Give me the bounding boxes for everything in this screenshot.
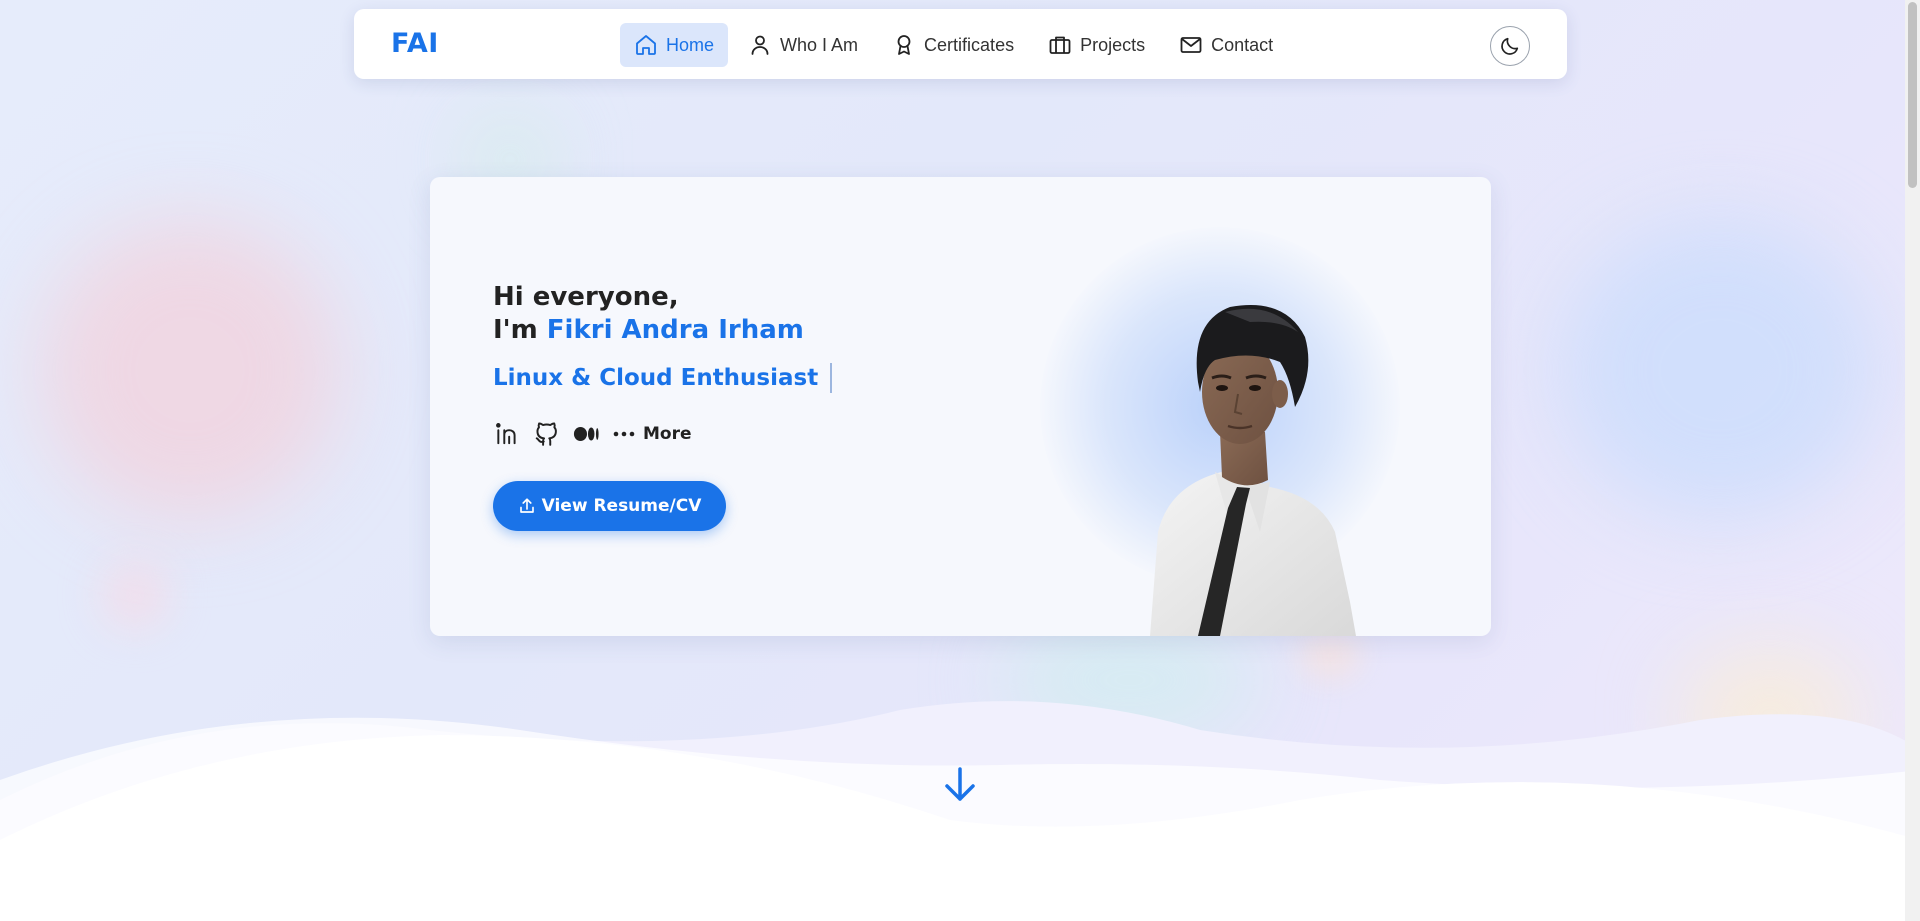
medium-link[interactable] [573,420,601,448]
background-blob [100,560,170,630]
mail-icon [1180,37,1202,53]
medium-icon [573,427,599,441]
upload-icon [519,498,534,513]
greeting-prefix: I'm [493,315,538,345]
nav-item-home[interactable]: Home [620,23,729,67]
linkedin-icon [496,423,516,445]
award-icon [897,35,911,55]
user-icon [751,35,769,55]
linkedin-link[interactable] [493,420,521,448]
nav-label: Who I Am [780,34,859,55]
theme-toggle-button[interactable] [1490,26,1530,66]
nav-item-contact[interactable]: Contact [1165,23,1287,67]
more-socials-button[interactable]: More [613,424,692,444]
hero-card: Hi everyone, I'm Fikri Andra Irham Linux… [430,177,1491,636]
navbar: FAI Home Who I Am Certificates Projects … [354,9,1567,79]
more-dots-icon [613,431,635,437]
typing-cursor [830,363,833,393]
hero-name: Fikri Andra Irham [546,315,804,345]
github-link[interactable] [533,420,561,448]
briefcase-icon [1049,36,1071,54]
wave-divider [0,701,1920,921]
nav-label: Projects [1080,34,1146,55]
nav-item-who-i-am[interactable]: Who I Am [734,23,872,67]
profile-photo [1150,305,1356,636]
nav-label: Home [666,34,715,55]
greeting-name-line: I'm Fikri Andra Irham [493,314,804,347]
page-scrollbar[interactable] [1905,0,1920,921]
nav-item-certificates[interactable]: Certificates [878,23,1028,67]
background-blob [40,220,340,520]
nav-label: Certificates [924,34,1015,55]
hero-greeting: Hi everyone, I'm Fikri Andra Irham [493,281,804,347]
main-nav: Home Who I Am Certificates Projects Cont… [620,23,1287,67]
moon-icon [1501,37,1519,55]
scroll-down-arrow-icon[interactable] [940,765,980,805]
scrollbar-thumb[interactable] [1908,2,1917,188]
cv-button-label: View Resume/CV [541,496,702,516]
hero-role: Linux & Cloud Enthusiast [493,363,833,393]
brand-logo[interactable]: FAI [391,28,439,59]
greeting-line: Hi everyone, [493,282,679,312]
nav-item-projects[interactable]: Projects [1034,23,1159,67]
role-text: Linux & Cloud Enthusiast [493,365,819,391]
nav-label: Contact [1211,34,1274,55]
home-icon [636,35,656,55]
background-blob [1560,220,1880,520]
github-icon [535,422,557,446]
background-blob [1300,630,1360,680]
social-links: More [493,420,692,448]
view-resume-button[interactable]: View Resume/CV [493,481,726,531]
more-label: More [643,424,692,444]
